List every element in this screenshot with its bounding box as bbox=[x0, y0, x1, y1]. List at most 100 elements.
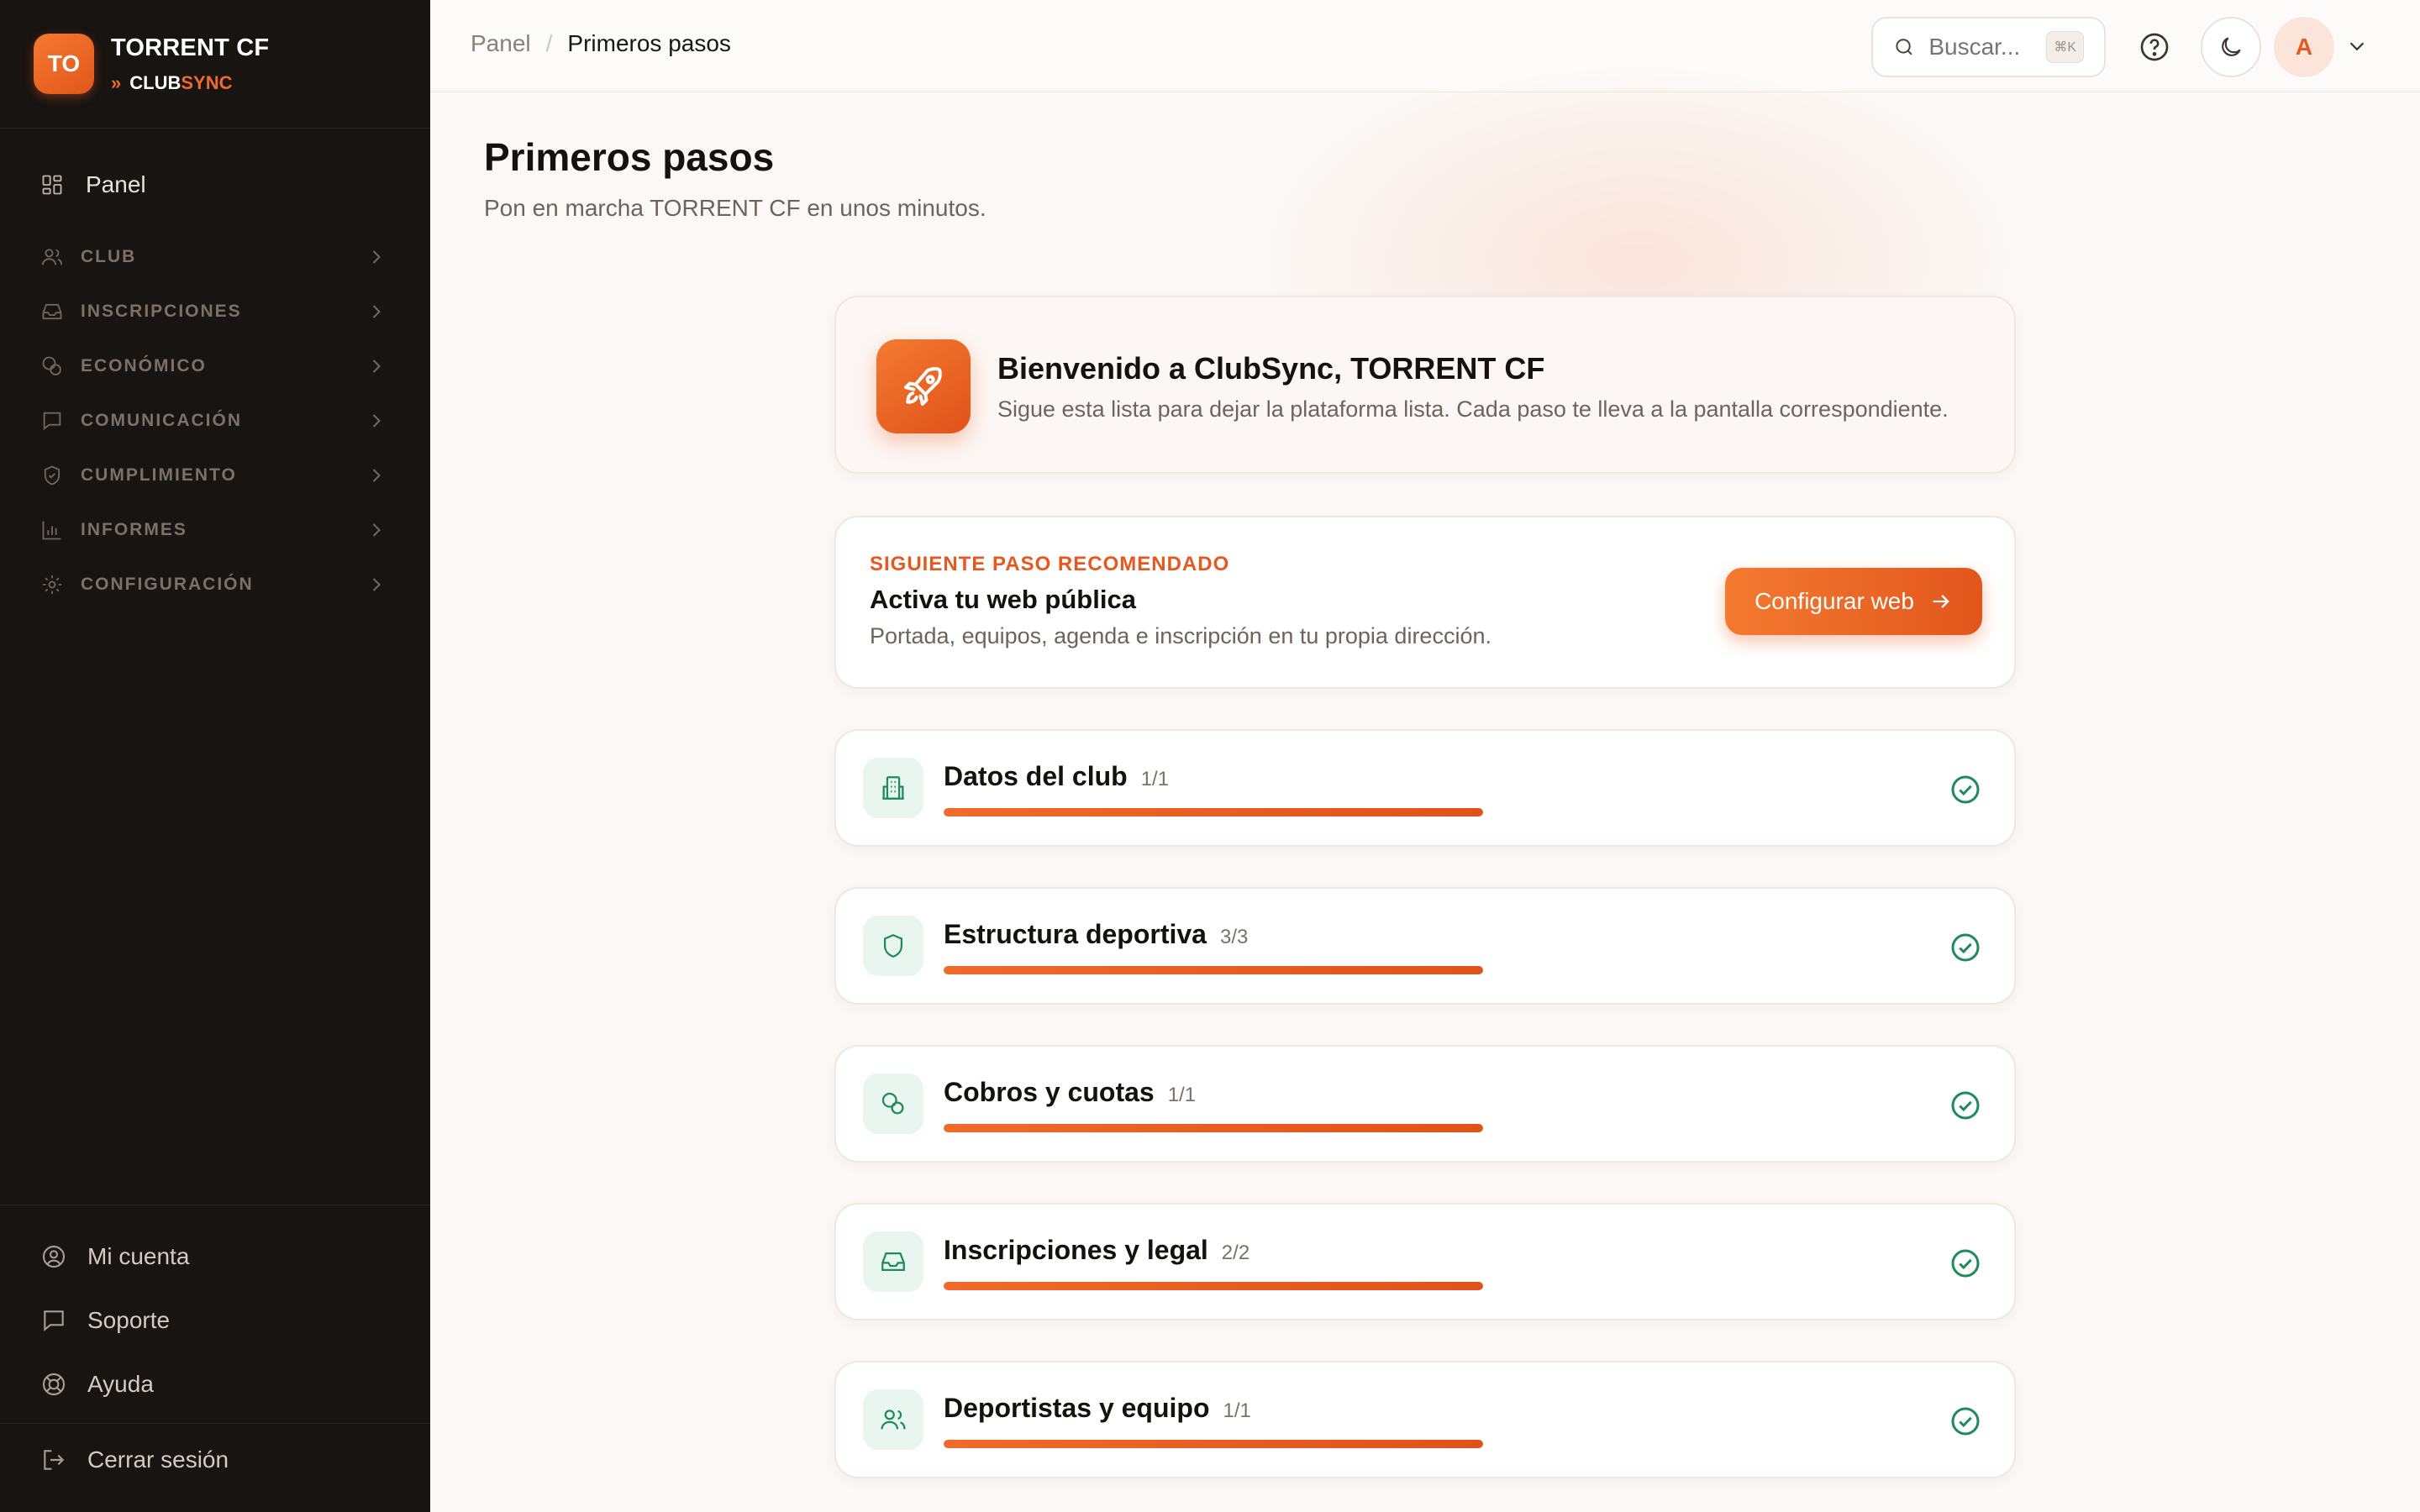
sidebar-group-inscripciones[interactable]: INSCRIPCIONES bbox=[40, 295, 388, 328]
coins-icon bbox=[881, 1092, 904, 1115]
shield-check-icon bbox=[40, 464, 64, 487]
users-icon bbox=[881, 1410, 906, 1430]
sidebar-group-comunicacion[interactable]: COMUNICACIÓN bbox=[40, 404, 388, 438]
step-progress-fill bbox=[944, 1440, 1483, 1448]
club-logo: TO bbox=[34, 34, 94, 94]
sidebar-group-economico[interactable]: ECONÓMICO bbox=[40, 349, 388, 383]
sidebar-divider bbox=[0, 128, 430, 129]
chevron-right-icon bbox=[372, 469, 381, 482]
bar-chart-icon bbox=[40, 518, 64, 542]
next-step-kicker: SIGUIENTE PASO RECOMENDADO bbox=[870, 553, 1230, 575]
search-box[interactable]: ⌘K bbox=[1871, 17, 2106, 77]
sidebar-group-label: INSCRIPCIONES bbox=[81, 302, 242, 321]
chevron-down-icon[interactable] bbox=[2344, 34, 2370, 59]
user-circle-icon bbox=[42, 1245, 66, 1268]
step-title-text: Estructura deportiva bbox=[944, 919, 1207, 949]
step-title: Estructura deportiva 3/3 bbox=[944, 919, 1248, 950]
check-circle-icon bbox=[1951, 1249, 1980, 1278]
step-icon-badge bbox=[863, 916, 923, 976]
sidebar-group-informes[interactable]: INFORMES bbox=[40, 513, 388, 547]
logout-button[interactable]: Cerrar sesión bbox=[40, 1441, 229, 1478]
breadcrumb-current: Primeros pasos bbox=[567, 30, 731, 56]
sidebar-item-label: Mi cuenta bbox=[87, 1243, 190, 1269]
building-icon bbox=[882, 776, 904, 800]
step-estructura-deportiva[interactable]: Estructura deportiva 3/3 bbox=[834, 887, 2016, 1005]
step-progress-bar bbox=[944, 1440, 1483, 1448]
step-progress-fill bbox=[944, 966, 1483, 974]
grid-icon bbox=[40, 173, 64, 197]
page-subtitle: Pon en marcha TORRENT CF en unos minutos… bbox=[484, 195, 986, 221]
sidebar-group-label: ECONÓMICO bbox=[81, 356, 207, 375]
chevron-right-icon bbox=[372, 305, 381, 318]
product-suffix: SYNC bbox=[181, 71, 233, 93]
step-count: 1/1 bbox=[1167, 1084, 1197, 1106]
gear-icon bbox=[40, 573, 64, 596]
sidebar-group-club[interactable]: CLUB bbox=[40, 240, 388, 274]
check-circle-icon bbox=[1951, 1091, 1980, 1120]
chevron-right-icon bbox=[372, 523, 381, 537]
step-deportistas-y-equipo[interactable]: Deportistas y equipo 1/1 bbox=[834, 1361, 2016, 1478]
step-title-text: Deportistas y equipo bbox=[944, 1393, 1210, 1423]
breadcrumb-separator: / bbox=[545, 30, 553, 56]
next-step-card: SIGUIENTE PASO RECOMENDADO Activa tu web… bbox=[834, 516, 2016, 689]
search-input[interactable] bbox=[1928, 34, 2039, 60]
help-button[interactable] bbox=[2131, 24, 2178, 71]
rocket-badge bbox=[876, 339, 971, 433]
sidebar-item-soporte[interactable]: Soporte bbox=[40, 1302, 170, 1339]
next-step-description: Portada, equipos, agenda e inscripción e… bbox=[870, 623, 1491, 648]
sidebar-group-configuracion[interactable]: CONFIGURACIÓN bbox=[40, 568, 388, 601]
sidebar-item-label: Panel bbox=[86, 171, 146, 197]
step-count: 2/2 bbox=[1221, 1242, 1250, 1264]
sidebar-item-label: Ayuda bbox=[87, 1371, 154, 1397]
step-progress-bar bbox=[944, 808, 1483, 816]
step-count: 1/1 bbox=[1140, 768, 1170, 790]
arrow-right-icon bbox=[1933, 595, 1949, 608]
check-circle-icon bbox=[1951, 1407, 1980, 1436]
step-inscripciones-y-legal[interactable]: Inscripciones y legal 2/2 bbox=[834, 1203, 2016, 1320]
message-icon bbox=[40, 409, 64, 433]
step-icon-badge bbox=[863, 1074, 923, 1134]
sidebar-item-panel[interactable]: Panel bbox=[40, 166, 146, 203]
step-cobros-y-cuotas[interactable]: Cobros y cuotas 1/1 bbox=[834, 1045, 2016, 1163]
check-circle-icon bbox=[1951, 775, 1980, 804]
step-icon-badge bbox=[863, 758, 923, 818]
step-title: Inscripciones y legal 2/2 bbox=[944, 1235, 1249, 1266]
chevron-right-icon bbox=[372, 250, 381, 264]
message-square-icon bbox=[44, 1310, 64, 1331]
step-datos-del-club[interactable]: Datos del club 1/1 bbox=[834, 729, 2016, 847]
user-avatar[interactable]: A bbox=[2274, 17, 2334, 77]
chevron-right-icon bbox=[372, 414, 381, 428]
search-icon bbox=[1896, 39, 1912, 55]
theme-toggle-button[interactable] bbox=[2201, 17, 2261, 77]
breadcrumb-panel[interactable]: Panel bbox=[471, 30, 531, 57]
coins-icon bbox=[40, 354, 64, 378]
sidebar-group-label: COMUNICACIÓN bbox=[81, 411, 242, 430]
page-title: Primeros pasos bbox=[484, 135, 775, 179]
step-title-text: Datos del club bbox=[944, 761, 1128, 791]
sidebar-group-cumplimiento[interactable]: CUMPLIMIENTO bbox=[40, 459, 388, 492]
sidebar-item-ayuda[interactable]: Ayuda bbox=[40, 1366, 154, 1403]
step-progress-fill bbox=[944, 1124, 1483, 1132]
sidebar-item-mi-cuenta[interactable]: Mi cuenta bbox=[40, 1238, 189, 1275]
step-count: 3/3 bbox=[1219, 926, 1249, 948]
product-logo: » CLUB SYNC bbox=[111, 72, 269, 94]
button-label: Configurar web bbox=[1754, 588, 1914, 614]
inbox-icon bbox=[40, 300, 64, 323]
chevron-right-icon bbox=[372, 360, 381, 373]
inbox-icon bbox=[881, 1252, 905, 1272]
step-progress-bar bbox=[944, 1282, 1483, 1290]
welcome-card: Bienvenido a ClubSync, TORRENT CF Sigue … bbox=[834, 296, 2016, 474]
step-progress-fill bbox=[944, 1282, 1483, 1290]
shield-icon bbox=[883, 934, 903, 958]
breadcrumb: Panel / Primeros pasos bbox=[471, 30, 731, 57]
moon-icon bbox=[2222, 37, 2241, 56]
step-title: Cobros y cuotas 1/1 bbox=[944, 1077, 1196, 1108]
configure-web-button[interactable]: Configurar web bbox=[1725, 568, 1982, 635]
step-title-text: Cobros y cuotas bbox=[944, 1077, 1155, 1107]
club-brand[interactable]: TO TORRENT CF » CLUB SYNC bbox=[34, 32, 269, 96]
step-icon-badge bbox=[863, 1231, 923, 1292]
step-title-text: Inscripciones y legal bbox=[944, 1235, 1208, 1265]
sidebar-group-label: CONFIGURACIÓN bbox=[81, 575, 254, 594]
chevron-right-icon bbox=[372, 578, 381, 591]
rocket-icon bbox=[904, 367, 942, 406]
